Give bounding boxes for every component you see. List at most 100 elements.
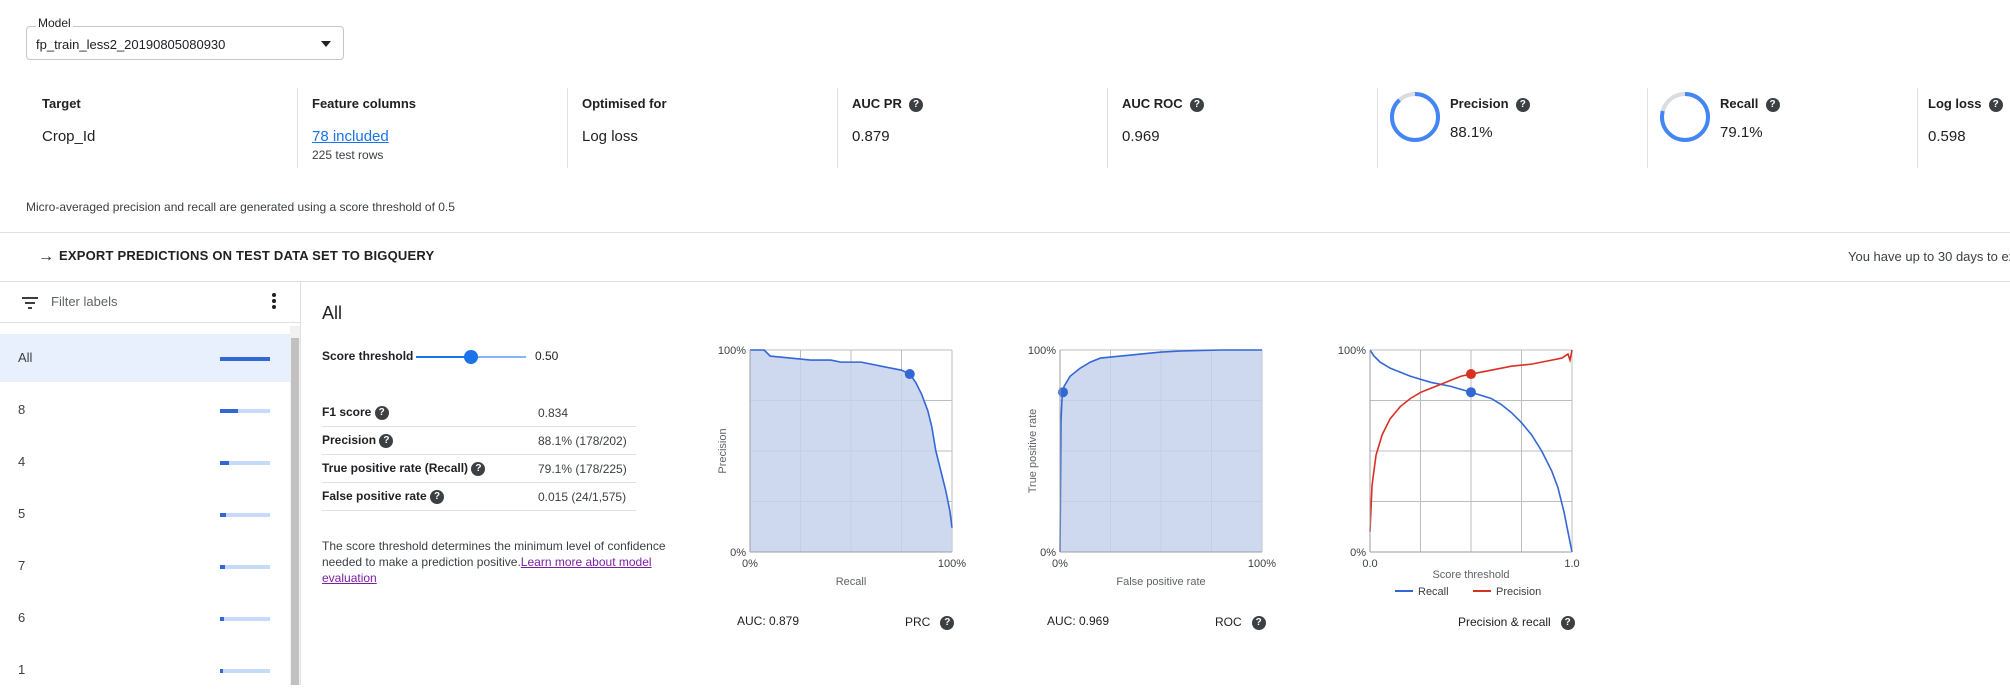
roc-chart-name: ROC ? xyxy=(1215,615,1266,630)
help-icon[interactable]: ? xyxy=(374,405,389,420)
scrollbar-thumb[interactable] xyxy=(291,338,299,685)
metric-recall: Recall ? 79.1% xyxy=(1648,88,1918,168)
threshold-point xyxy=(904,369,915,380)
model-label: Model xyxy=(36,16,73,30)
metric-label: Recall ? xyxy=(1720,96,1780,112)
sidebar-item-5[interactable]: 5 xyxy=(0,490,290,538)
metric-value: 88.1% xyxy=(1450,124,1493,141)
sidebar-item-label: 1 xyxy=(18,662,26,677)
precision-recall-chart: 100%0%0.0 1.0Score thresholdRecall Precisi… xyxy=(1338,345,1580,598)
page-title: All xyxy=(322,303,343,323)
metric-log-loss: Log loss ? 0.598 xyxy=(1914,88,2010,168)
metric-label: Target xyxy=(42,96,81,111)
prc-chart: 100%0%0% 100%RecallPrecision xyxy=(717,345,966,588)
threshold-point-precision xyxy=(1466,369,1476,380)
metric-label: AUC PR ? xyxy=(852,96,924,112)
stat-value: 88.1% (178/202) xyxy=(538,426,636,455)
threshold-note: Micro-averaged precision and recall are … xyxy=(26,200,455,214)
help-icon[interactable]: ? xyxy=(430,489,445,504)
sidebar-item-label: 5 xyxy=(18,506,26,521)
metric-value: 0.879 xyxy=(852,128,890,145)
x-axis-label: Score threshold xyxy=(1432,569,1509,581)
stat-value: 0.834 xyxy=(538,399,636,427)
label-proportion-fill xyxy=(220,565,225,569)
sidebar-item-1[interactable]: 1 xyxy=(0,646,290,694)
label-proportion-fill xyxy=(220,617,224,621)
score-threshold-label: Score threshold xyxy=(322,349,414,363)
area-fill xyxy=(750,350,952,552)
y-tick-label: 100% xyxy=(718,345,746,357)
table-row: F1 score ? 0.834 xyxy=(322,399,636,427)
label-proportion-bar xyxy=(220,409,270,413)
legend-label: Recall xyxy=(1418,586,1449,598)
legend-label: Precision xyxy=(1496,586,1541,598)
stat-value: 79.1% (178/225) xyxy=(538,454,636,483)
help-icon[interactable]: ? xyxy=(1988,97,2003,112)
sidebar-item-6[interactable]: 6 xyxy=(0,594,290,642)
metric-label: Precision ? xyxy=(1450,96,1530,112)
export-retention-note: You have up to 30 days to expo xyxy=(1848,249,2010,264)
label-proportion-bar xyxy=(220,461,270,465)
slider-thumb[interactable] xyxy=(464,350,478,364)
filter-icon[interactable] xyxy=(22,296,38,314)
metric-label: Log loss ? xyxy=(1928,96,2003,112)
y-axis-label: True positive rate xyxy=(1027,409,1039,494)
metric-value: Log loss xyxy=(582,128,638,145)
label-proportion-bar xyxy=(220,669,270,673)
label-proportion-bar xyxy=(220,617,270,621)
stat-label: True positive rate (Recall) ? xyxy=(322,454,538,483)
divider xyxy=(300,282,301,685)
x-tick-label: 0.0 xyxy=(1362,558,1377,570)
x-tick-label: 100% xyxy=(938,558,966,570)
metric-value: 0.969 xyxy=(1122,128,1160,145)
stat-value: 0.015 (24/1,575) xyxy=(538,482,636,511)
metric-value: Crop_Id xyxy=(42,128,96,145)
x-tick-label: 0% xyxy=(742,558,758,570)
help-icon[interactable]: ? xyxy=(1189,97,1204,112)
metric-feature-columns: Feature columns 78 included 225 test row… xyxy=(298,88,568,168)
pr-chart-name: Precision & recall ? xyxy=(1458,615,1575,630)
help-icon[interactable]: ? xyxy=(1251,615,1266,630)
arrow-right-icon: → xyxy=(38,248,54,265)
more-vert-icon[interactable] xyxy=(271,293,277,314)
help-icon[interactable]: ? xyxy=(379,433,394,448)
metric-auc-roc: AUC ROC ? 0.969 xyxy=(1108,88,1378,168)
threshold-description: The score threshold determines the minim… xyxy=(322,539,666,585)
help-icon[interactable]: ? xyxy=(909,97,924,112)
chevron-down-icon[interactable] xyxy=(321,41,331,47)
sidebar-item-4[interactable]: 4 xyxy=(0,438,290,486)
help-icon[interactable]: ? xyxy=(1515,97,1530,112)
prc-chart-name: PRC ? xyxy=(905,615,955,630)
x-tick-label: 1.0 xyxy=(1564,558,1579,570)
filter-labels-input[interactable]: Filter labels xyxy=(51,294,117,309)
help-icon[interactable]: ? xyxy=(1560,615,1575,630)
y-tick-label: 100% xyxy=(1028,345,1056,357)
label-proportion-bar xyxy=(220,565,270,569)
sidebar-item-7[interactable]: 7 xyxy=(0,542,290,590)
export-predictions-button[interactable]: EXPORT PREDICTIONS ON TEST DATA SET TO B… xyxy=(59,248,434,263)
area-fill xyxy=(1060,350,1262,552)
sidebar-item-all[interactable]: All xyxy=(0,334,290,382)
sidebar-item-8[interactable]: 8 xyxy=(0,386,290,434)
x-axis-label: Recall xyxy=(836,576,867,588)
roc-auc-label: AUC: 0.969 xyxy=(1047,614,1110,628)
y-axis-label: Precision xyxy=(717,428,729,473)
feature-columns-link[interactable]: 78 included xyxy=(312,128,389,145)
label-proportion-bar xyxy=(220,357,270,361)
metric-label: Feature columns xyxy=(312,96,417,111)
sidebar-item-label: 4 xyxy=(18,454,26,469)
label-proportion-fill xyxy=(220,513,226,517)
help-icon[interactable]: ? xyxy=(940,615,955,630)
stat-label: Precision ? xyxy=(322,426,538,455)
sidebar-item-label: 6 xyxy=(18,610,26,625)
label-proportion-bar xyxy=(220,513,270,517)
metric-label: AUC ROC ? xyxy=(1122,96,1204,112)
metric-optimised-for: Optimised for Log loss xyxy=(568,88,838,168)
help-icon[interactable]: ? xyxy=(471,461,486,476)
help-icon[interactable]: ? xyxy=(1765,97,1780,112)
table-row: False positive rate ? 0.015 (24/1,575) xyxy=(322,482,636,511)
label-proportion-fill xyxy=(220,461,229,465)
metric-precision: Precision ? 88.1% xyxy=(1378,88,1648,168)
metric-target: Target Crop_Id xyxy=(28,88,298,168)
precision-ring-icon xyxy=(1390,92,1440,142)
